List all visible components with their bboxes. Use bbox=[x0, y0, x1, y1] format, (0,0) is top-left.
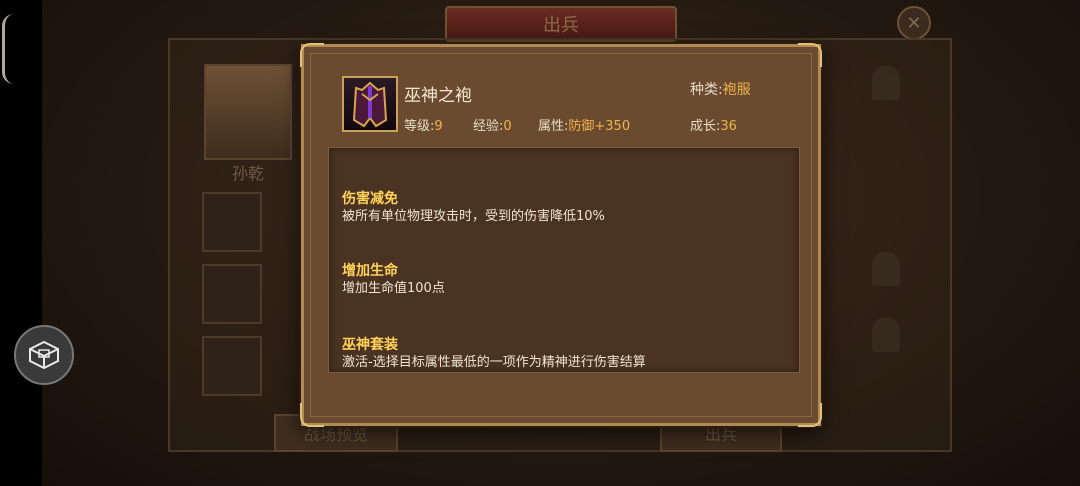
equip-slot-weapon[interactable] bbox=[202, 192, 262, 252]
effect-title: 伤害减免 bbox=[342, 191, 398, 207]
equip-slot-armor[interactable] bbox=[202, 264, 262, 324]
back-gesture-icon[interactable] bbox=[2, 14, 17, 84]
effects-scroll-area[interactable]: ⋯ 伤害减免 被所有单位物理攻击时，受到的伤害降低10% 增加生命 增加生命值1… bbox=[328, 147, 800, 373]
item-exp: 经验:0 bbox=[473, 115, 512, 134]
item-name: 巫神之袍 bbox=[404, 86, 472, 106]
exp-value: 0 bbox=[503, 119, 512, 134]
item-attribute: 属性:防御+350 bbox=[538, 115, 630, 134]
clipped-text: ⋯ bbox=[341, 147, 353, 154]
item-level: 等级:9 bbox=[404, 115, 443, 134]
corner-ornament bbox=[300, 43, 324, 67]
unit-icon[interactable] bbox=[872, 318, 900, 352]
growth-value: 36 bbox=[720, 119, 737, 134]
screen-title: 出兵 bbox=[445, 6, 677, 42]
item-growth: 成长:36 bbox=[690, 115, 737, 134]
unit-icon[interactable] bbox=[872, 66, 900, 100]
close-icon[interactable]: ✕ bbox=[897, 6, 931, 40]
type-label: 种类: bbox=[690, 82, 723, 98]
corner-ornament bbox=[798, 403, 822, 427]
effect-section: 增加生命 增加生命值100点 bbox=[342, 262, 445, 297]
corner-ornament bbox=[798, 43, 822, 67]
equip-slot-accessory[interactable] bbox=[202, 336, 262, 396]
effect-title: 巫神套装 bbox=[342, 337, 398, 353]
screen-edge bbox=[0, 0, 42, 486]
robe-icon bbox=[342, 76, 398, 132]
growth-label: 成长: bbox=[690, 119, 721, 134]
effect-section: 巫神套装 激活-选择目标属性最低的一项作为精神进行伤害结算 bbox=[342, 336, 646, 371]
attr-value: 防御+350 bbox=[568, 119, 631, 134]
effect-desc: 增加生命值100点 bbox=[342, 281, 445, 296]
attr-label: 属性: bbox=[538, 119, 569, 134]
hero-portrait[interactable] bbox=[204, 64, 292, 160]
level-label: 等级: bbox=[404, 119, 435, 134]
item-type: 种类:袍服 bbox=[690, 79, 751, 99]
type-value: 袍服 bbox=[722, 82, 751, 98]
effect-desc: 被所有单位物理攻击时，受到的伤害降低10% bbox=[342, 209, 605, 224]
effect-section: 伤害减免 被所有单位物理攻击时，受到的伤害降低10% bbox=[342, 190, 605, 225]
effect-title: 增加生命 bbox=[342, 263, 398, 279]
robe-image bbox=[352, 81, 388, 128]
floating-assist-button[interactable] bbox=[14, 325, 74, 385]
effect-desc: 激活-选择目标属性最低的一项作为精神进行伤害结算 bbox=[342, 355, 646, 370]
cube-icon bbox=[29, 340, 59, 370]
hero-name: 孙乾 bbox=[232, 164, 265, 183]
unit-icon[interactable] bbox=[872, 252, 900, 286]
exp-label: 经验: bbox=[473, 119, 504, 134]
item-detail-dialog: 巫神之袍 种类:袍服 等级:9 经验:0 属性:防御+350 成长:36 ⋯ 伤… bbox=[300, 43, 822, 427]
level-value: 9 bbox=[434, 119, 443, 134]
corner-ornament bbox=[300, 403, 324, 427]
